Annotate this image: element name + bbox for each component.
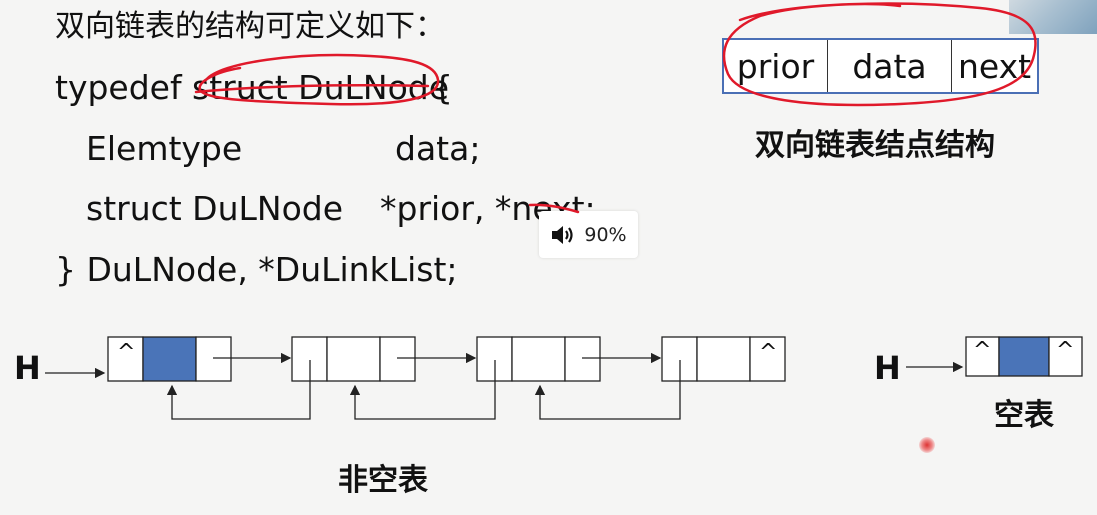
null-prior-symbol: ^ xyxy=(117,340,136,365)
empty-head-label: H xyxy=(874,349,901,387)
head-label: H xyxy=(14,349,41,387)
null-next-symbol: ^ xyxy=(759,340,778,365)
linked-list-diagrams xyxy=(45,336,1083,420)
empty-caption: 空表 xyxy=(994,398,1054,433)
empty-next-null: ^ xyxy=(1056,338,1075,363)
laser-pointer-dot xyxy=(919,437,935,453)
nonempty-caption: 非空表 xyxy=(338,463,428,498)
empty-prior-null: ^ xyxy=(973,338,992,363)
nonempty-list xyxy=(45,336,786,420)
